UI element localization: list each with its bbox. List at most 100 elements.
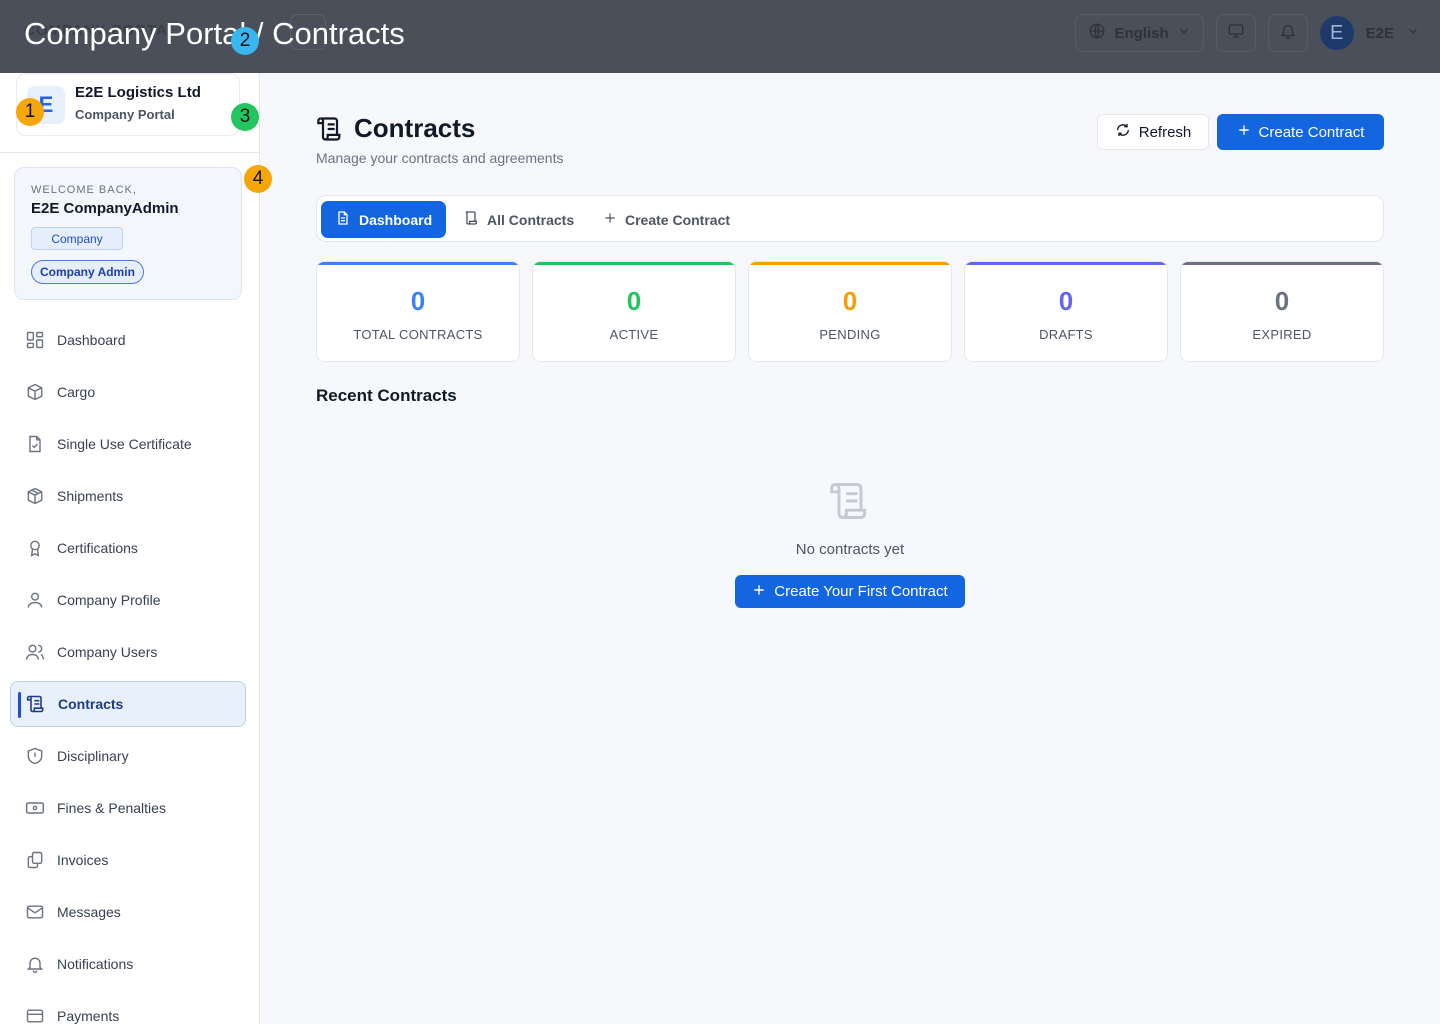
stat-card-drafts: 0 DRAFTS (964, 261, 1168, 362)
tab-bar: Dashboard All Contracts Create Contract (316, 195, 1384, 242)
sidebar-item-disciplinary[interactable]: Disciplinary (10, 733, 246, 779)
stat-accent-bar (317, 262, 519, 265)
mail-icon (24, 901, 46, 923)
sidebar-item-label: Contracts (58, 696, 124, 712)
sidebar-item-invoices[interactable]: Invoices (10, 837, 246, 883)
tab-label: Create Contract (625, 211, 731, 228)
sidebar-item-label: Certifications (57, 540, 138, 556)
sidebar-item-label: Shipments (57, 488, 124, 504)
header-actions: English E E2E (1075, 14, 1420, 52)
sidebar-item-label: Dashboard (57, 332, 126, 348)
sidebar-nav: Dashboard Cargo Single Use Certificate S… (10, 317, 246, 1024)
sidebar-item-messages[interactable]: Messages (10, 889, 246, 935)
stat-card-expired: 0 EXPIRED (1180, 261, 1384, 362)
marker-3: 3 (231, 103, 259, 131)
sidebar-item-label: Fines & Penalties (57, 800, 166, 816)
scroll-icon (826, 479, 874, 528)
scroll-icon (463, 210, 479, 229)
sidebar-item-cargo[interactable]: Cargo (10, 369, 246, 415)
stat-label: DRAFTS (1039, 327, 1093, 342)
language-label: English (1114, 24, 1169, 42)
bell-icon (1279, 22, 1297, 45)
create-contract-label: Create Contract (1258, 123, 1365, 141)
display-button[interactable] (1215, 14, 1256, 52)
award-icon (24, 537, 46, 559)
card-icon (24, 1005, 46, 1024)
notifications-button[interactable] (1267, 14, 1308, 52)
sidebar-item-fines-penalties[interactable]: Fines & Penalties (10, 785, 246, 831)
stat-card-total: 0 TOTAL CONTRACTS (316, 261, 520, 362)
welcome-card: WELCOME BACK, E2E CompanyAdmin Company C… (14, 167, 242, 300)
marker-1: 1 (16, 98, 44, 126)
page-title: Contracts (354, 113, 476, 143)
language-selector[interactable]: English (1075, 14, 1204, 52)
sidebar-item-company-profile[interactable]: Company Profile (10, 577, 246, 623)
tab-label: All Contracts (487, 211, 575, 228)
monitor-icon (1227, 22, 1245, 45)
banknote-icon (24, 797, 46, 819)
stat-label: PENDING (819, 327, 881, 342)
marker-2: 2 (231, 27, 259, 55)
sidebar-item-dashboard[interactable]: Dashboard (10, 317, 246, 363)
stat-label: TOTAL CONTRACTS (353, 327, 483, 342)
plus-icon (603, 211, 617, 228)
refresh-icon (1115, 122, 1131, 142)
stat-accent-bar (1181, 262, 1383, 265)
stat-card-pending: 0 PENDING (748, 261, 952, 362)
create-contract-button[interactable]: Create Contract (1217, 114, 1384, 150)
brand-card[interactable]: E E2E Logistics Ltd Company Portal (16, 73, 240, 136)
main-content: Contracts Manage your contracts and agre… (260, 73, 1440, 1024)
welcome-user-name: E2E CompanyAdmin (31, 200, 179, 217)
tab-all-contracts[interactable]: All Contracts (449, 201, 588, 238)
file-text-icon (335, 210, 351, 229)
sidebar-item-contracts[interactable]: Contracts (10, 681, 246, 727)
stat-accent-bar (533, 262, 735, 265)
scroll-icon (316, 115, 344, 148)
refresh-label: Refresh (1138, 123, 1192, 141)
sidebar: E E2E Logistics Ltd Company Portal WELCO… (0, 73, 260, 1024)
sidebar-item-shipments[interactable]: Shipments (10, 473, 246, 519)
chevron-down-icon (1177, 24, 1191, 42)
bell-icon (24, 953, 46, 975)
users-icon (24, 641, 46, 663)
sidebar-item-label: Company Users (57, 644, 158, 660)
tab-dashboard[interactable]: Dashboard (321, 201, 447, 238)
user-menu-chevron-icon[interactable] (1406, 24, 1420, 43)
globe-icon (1088, 22, 1106, 44)
sidebar-item-notifications[interactable]: Notifications (10, 941, 246, 987)
sidebar-item-payments[interactable]: Payments (10, 993, 246, 1024)
role-tag: Company (31, 227, 123, 250)
refresh-button[interactable]: Refresh (1097, 114, 1209, 150)
scroll-icon (25, 693, 47, 715)
create-first-contract-button[interactable]: Create Your First Contract (735, 575, 965, 608)
create-first-contract-label: Create Your First Contract (774, 583, 948, 600)
file-check-icon (24, 433, 46, 455)
brand-subtitle: Company Portal (75, 107, 175, 122)
package-icon (24, 381, 46, 403)
stat-value: 0 (410, 286, 426, 316)
sidebar-item-label: Company Profile (57, 592, 161, 608)
box-icon (24, 485, 46, 507)
tab-create-contract[interactable]: Create Contract (589, 201, 744, 238)
sidebar-item-single-use-certificate[interactable]: Single Use Certificate (10, 421, 246, 467)
recent-contracts-heading: Recent Contracts (316, 386, 457, 405)
stat-card-active: 0 ACTIVE (532, 261, 736, 362)
plus-icon (1237, 123, 1251, 141)
page-overlay-title: Company Portal / Contracts (24, 16, 405, 51)
sidebar-item-label: Disciplinary (57, 748, 129, 764)
sidebar-item-company-users[interactable]: Company Users (10, 629, 246, 675)
avatar[interactable]: E (1319, 16, 1354, 50)
sidebar-item-certifications[interactable]: Certifications (10, 525, 246, 571)
stat-accent-bar (749, 262, 951, 265)
shield-icon (24, 745, 46, 767)
user-name[interactable]: E2E (1366, 25, 1394, 42)
sidebar-item-label: Single Use Certificate (57, 436, 192, 452)
plus-icon (752, 583, 766, 601)
stat-value: 0 (842, 286, 858, 316)
page-subtitle: Manage your contracts and agreements (316, 150, 564, 166)
top-bar: COMPANY PORTAL Company Portal / Contract… (0, 0, 1440, 73)
marker-4: 4 (244, 165, 272, 193)
sidebar-item-label: Notifications (57, 956, 134, 972)
sidebar-item-label: Invoices (57, 852, 109, 868)
stat-value: 0 (1058, 286, 1074, 316)
